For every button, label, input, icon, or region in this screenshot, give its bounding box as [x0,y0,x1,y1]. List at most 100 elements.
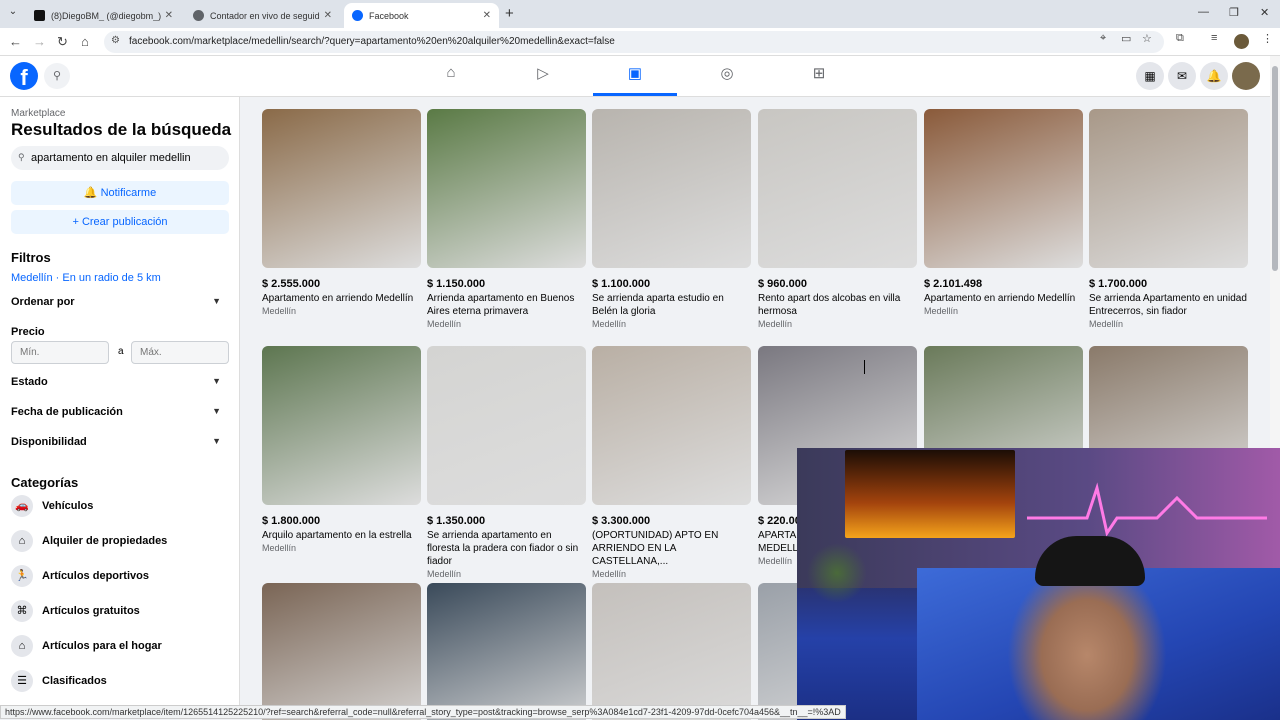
listing-photo[interactable] [427,109,586,268]
nav-home-icon[interactable]: ⌂ [438,64,464,88]
listing-location: Medellín [758,319,793,329]
location-filter-link[interactable]: Medellín · En un radio de 5 km [11,272,161,284]
cast-icon[interactable]: ▭ [1121,32,1131,45]
sort-by-label: Ordenar por [11,296,75,308]
facebook-logo-icon[interactable]: f [10,62,38,90]
url-field[interactable]: ⚙ facebook.com/marketplace/medellin/sear… [104,31,1164,53]
category-vehicles[interactable]: 🚗 Vehículos [11,493,229,521]
browser-profile-avatar[interactable] [1234,34,1249,49]
reading-list-icon[interactable]: ≡ [1211,32,1217,44]
listing-card[interactable]: $ 3.300.000 (OPORTUNIDAD) APTO EN ARRIEND… [592,346,752,579]
listing-photo[interactable] [262,346,421,505]
category-classifieds[interactable]: ☰ Clasificados [11,668,229,696]
listing-photo[interactable] [1089,109,1248,268]
site-settings-icon[interactable]: ⚙ [111,35,120,46]
category-home-goods[interactable]: ⌂ Artículos para el hogar [11,633,229,661]
listing-photo[interactable] [262,583,421,720]
nav-marketplace-icon[interactable]: ▣ [622,64,648,88]
tab-title: Facebook [369,10,409,21]
webcam-plant [807,543,867,603]
facebook-search-icon[interactable]: ⚲ [44,63,70,89]
new-tab-plus-icon[interactable]: + [505,5,514,22]
tab-search-chevron-icon[interactable]: ⌄ [4,6,22,22]
nav-video-icon[interactable]: ▷ [530,64,556,88]
listing-photo[interactable] [262,109,421,268]
tag-icon: ⌘ [11,600,33,622]
listing-photo[interactable] [592,109,751,268]
create-listing-button[interactable]: + Crear publicación [11,210,229,234]
neon-heartbeat-sign [1027,482,1267,537]
listing-photo[interactable] [427,346,586,505]
listing-title: Apartamento en arriendo Medellín [262,293,414,304]
listing-location: Medellín [924,306,959,316]
availability-dropdown[interactable]: Disponibilidad ▼ [11,436,229,448]
listing-card[interactable] [262,583,422,720]
status-bar-url: https://www.facebook.com/marketplace/ite… [0,705,846,719]
condition-label: Estado [11,376,48,388]
max-price-input[interactable] [131,341,229,364]
listing-location: Medellín [427,319,462,329]
listing-card[interactable]: $ 960.000 Rento apart dos alcobas en vill… [758,109,918,329]
menu-grid-icon[interactable]: ▦ [1136,62,1164,90]
notifications-bell-icon[interactable]: 🔔 [1200,62,1228,90]
category-label: Artículos para el hogar [42,640,162,652]
min-price-input[interactable] [11,341,109,364]
home-icon[interactable]: ⌂ [81,34,89,49]
messenger-icon[interactable]: ✉ [1168,62,1196,90]
listing-photo[interactable] [592,346,751,505]
listing-card[interactable]: $ 1.800.000 Arquilo apartamento en la est… [262,346,422,553]
listing-title: Apartamento en arriendo Medellín [924,293,1076,304]
listing-card[interactable] [427,583,587,720]
browser-tab[interactable]: (8)DiegoBM_ (@diegobm_) | T ✕ [26,3,181,28]
close-window-icon[interactable]: ✕ [1260,6,1269,19]
address-bar-row: ← → ↻ ⌂ ⚙ facebook.com/marketplace/medel… [0,28,1280,56]
nav-gaming-icon[interactable]: ⊞ [806,64,832,88]
back-arrow-icon[interactable]: ← [9,34,22,49]
listing-card[interactable] [592,583,752,720]
listing-location: Medellín [262,306,297,316]
close-tab-icon[interactable]: ✕ [324,10,332,21]
forward-arrow-icon[interactable]: → [33,34,46,49]
filters-heading: Filtros [11,250,51,265]
listing-card[interactable]: $ 2.101.498 Apartamento en arriendo Medel… [924,109,1084,316]
listing-card[interactable]: $ 1.350.000 Se arrienda apartamento en fl… [427,346,587,579]
notify-button[interactable]: 🔔 Notificarme [11,181,229,205]
listing-card[interactable]: $ 1.700.000 Se arrienda Apartamento en un… [1089,109,1249,329]
listing-card[interactable]: $ 1.150.000 Arrienda apartamento en Bueno… [427,109,587,329]
category-property-rentals[interactable]: ⌂ Alquiler de propiedades [11,528,229,556]
account-avatar[interactable] [1232,62,1260,90]
date-listed-dropdown[interactable]: Fecha de publicación ▼ [11,406,229,418]
restore-icon[interactable]: ❐ [1229,6,1239,19]
category-free-stuff[interactable]: ⌘ Artículos gratuitos [11,598,229,626]
minimize-icon[interactable]: — [1198,6,1209,18]
listing-card[interactable]: $ 1.100.000 Se arrienda aparta estudio en… [592,109,752,329]
sort-by-dropdown[interactable]: Ordenar por ▼ [11,296,229,308]
date-listed-label: Fecha de publicación [11,406,123,418]
condition-dropdown[interactable]: Estado ▼ [11,376,229,388]
listing-photo[interactable] [427,583,586,720]
listing-location: Medellín [592,569,627,579]
marketplace-search-input[interactable]: apartamento en alquiler medellin [11,146,229,170]
categories-heading: Categorías [11,475,79,490]
facebook-favicon-icon [352,10,363,21]
category-label: Vehículos [42,500,94,512]
browser-tab-active[interactable]: Facebook ✕ [344,3,499,28]
listing-photo[interactable] [758,109,917,268]
facebook-header: f ⚲ ⌂ ▷ ▣ ◎ ⊞ ▦ ✉ 🔔 [0,56,1270,97]
browser-tab[interactable]: Contador en vivo de seguidores ✕ [185,3,340,28]
location-pin-icon[interactable]: ⌖ [1100,32,1106,45]
scrollbar-thumb[interactable] [1272,66,1278,271]
listing-photo[interactable] [924,109,1083,268]
listing-photo[interactable] [592,583,751,720]
chevron-down-icon: ▼ [212,376,221,386]
nav-groups-icon[interactable]: ◎ [714,64,740,88]
close-tab-icon[interactable]: ✕ [483,10,491,21]
listing-card[interactable]: $ 2.555.000 Apartamento en arriendo Medel… [262,109,422,316]
reload-icon[interactable]: ↻ [57,34,68,50]
bookmark-star-icon[interactable]: ☆ [1142,32,1152,45]
price-label: Precio [11,326,45,338]
extensions-icon[interactable]: ⧉ [1176,32,1184,45]
category-sporting-goods[interactable]: 🏃 Artículos deportivos [11,563,229,591]
menu-dots-icon[interactable]: ⋮ [1262,32,1273,45]
close-tab-icon[interactable]: ✕ [165,10,173,21]
